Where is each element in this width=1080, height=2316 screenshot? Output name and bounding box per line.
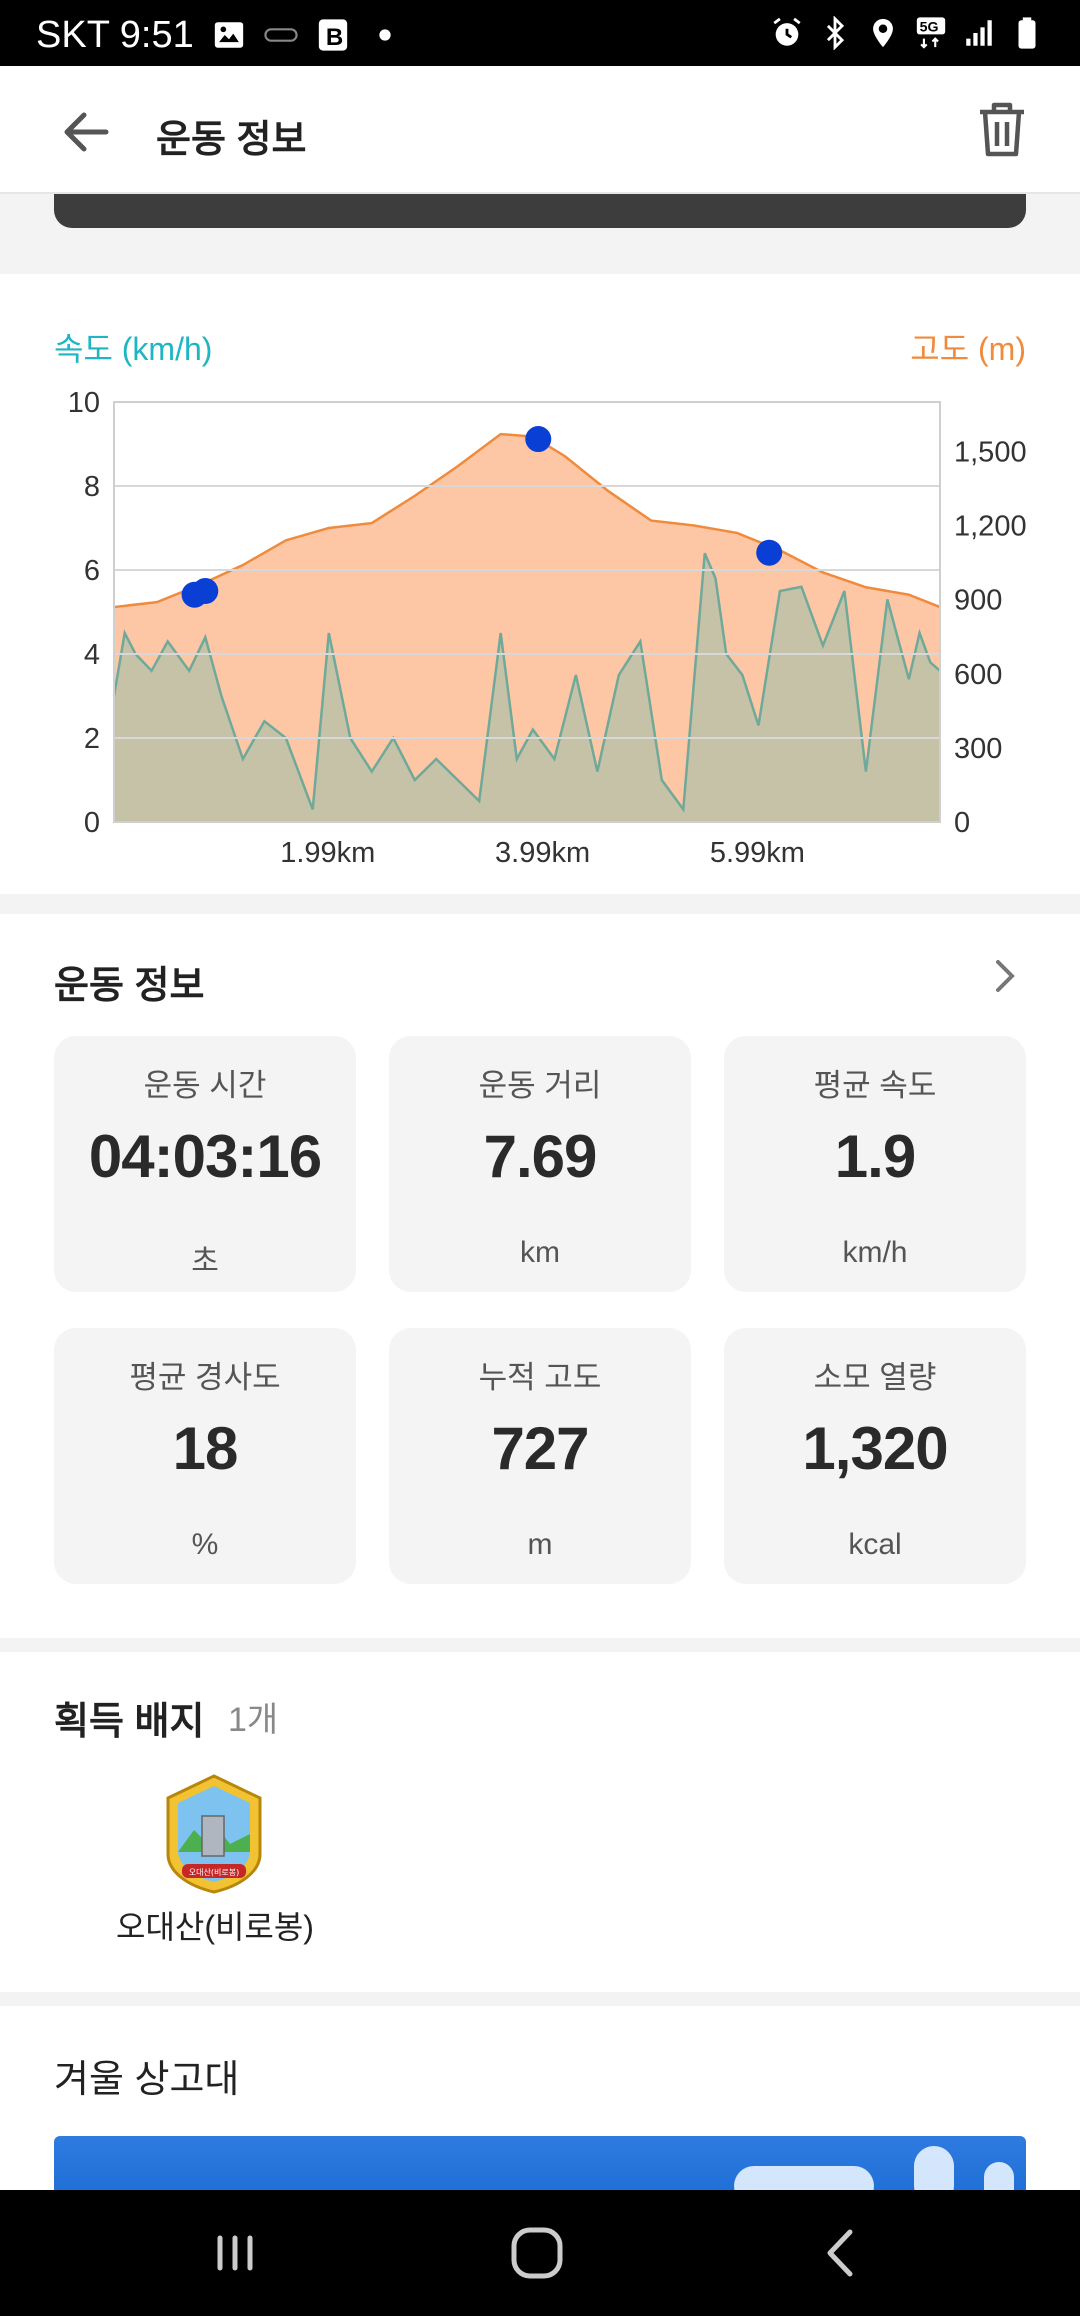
home-icon[interactable]: [502, 2220, 572, 2286]
stats-section-title: 운동 정보: [54, 965, 205, 1007]
page-title: 운동 정보: [156, 119, 307, 161]
distance-tick-label: 5.99km: [710, 837, 805, 869]
altitude-tick-label: 300: [954, 733, 1002, 765]
back-icon[interactable]: [806, 2220, 876, 2286]
speed-tick-label: 8: [84, 471, 100, 503]
stat-unit: kcal: [848, 1528, 902, 1561]
speed-tick-label: 4: [84, 639, 100, 671]
mountain-badge-icon[interactable]: 오대산(비로봉): [162, 1772, 266, 1896]
stat-unit: 초: [191, 1245, 219, 1278]
stat-calories: 소모 열량 1,320 kcal: [724, 1328, 1026, 1584]
stat-unit: km: [520, 1236, 560, 1269]
altitude-tick-label: 0: [954, 807, 970, 839]
stat-value: 1,320: [802, 1415, 948, 1482]
stat-average-slope: 평균 경사도 18 %: [54, 1328, 356, 1584]
stat-workout-time: 운동 시간 04:03:16 초: [54, 1036, 356, 1292]
season-photo[interactable]: [54, 2136, 1026, 2196]
stat-label: 운동 거리: [478, 1068, 602, 1103]
stat-value: 1.9: [834, 1123, 916, 1190]
photo-marker: [756, 539, 783, 566]
workout-stats-card: 운동 정보 운동 시간 04:03:16 초 운동 거리 7.69 km 평균 …: [0, 914, 1080, 1638]
stat-value: 04:03:16: [88, 1123, 322, 1190]
season-title: 겨울 상고대: [54, 2059, 240, 2101]
distance-tick-label: 3.99km: [495, 837, 590, 869]
stat-label: 평균 속도: [813, 1068, 937, 1103]
stat-unit: m: [527, 1528, 553, 1561]
signal-icon: [966, 20, 992, 46]
network-5g-icon: 5G: [916, 17, 946, 49]
badges-section-title: 획득 배지: [54, 1701, 205, 1743]
stat-value: 7.69: [483, 1123, 598, 1190]
arrow-left-icon: [64, 112, 109, 152]
status-carrier-time: SKT 9:51: [36, 14, 194, 56]
alarm-icon: [773, 17, 801, 46]
badge-count: 1개: [228, 1701, 279, 1739]
stat-label: 운동 시간: [143, 1068, 267, 1103]
trash-icon: [980, 102, 1024, 157]
app-notification-icon: [264, 28, 298, 42]
badges-card: 획득 배지 1개 오대산(비로봉) 오대산(비로봉): [0, 1652, 1080, 1992]
battery-icon: [1018, 17, 1036, 49]
chevron-right-icon[interactable]: [988, 956, 1024, 996]
speed-tick-label: 0: [84, 807, 100, 839]
bluetooth-icon: [826, 16, 845, 50]
photo-marker: [525, 426, 552, 453]
elevation-speed-chart-card: 속도 (km/h) 고도 (m) 0 2 4 6 8 10 0 300 600 900 1,200 1…: [0, 274, 1080, 894]
gallery-icon: [214, 22, 244, 48]
app-header: 운동 정보: [0, 66, 1080, 194]
stat-unit: %: [191, 1528, 219, 1561]
recent-apps-icon[interactable]: [200, 2220, 270, 2286]
stat-cumulative-elevation: 누적 고도 727 m: [389, 1328, 691, 1584]
speed-tick-label: 2: [84, 723, 100, 755]
b-app-icon: B: [318, 19, 348, 51]
badge-name: 오대산(비로봉): [116, 1909, 314, 1945]
season-card: 겨울 상고대: [0, 2006, 1080, 2196]
distance-tick-label: 1.99km: [280, 837, 375, 869]
altitude-tick-label: 1,500: [954, 436, 1027, 468]
stat-label: 평균 경사도: [129, 1360, 281, 1395]
location-icon: [873, 18, 893, 48]
stat-workout-distance: 운동 거리 7.69 km: [389, 1036, 691, 1292]
altitude-tick-label: 600: [954, 659, 1002, 691]
back-button[interactable]: [56, 102, 116, 162]
stat-label: 누적 고도: [478, 1360, 602, 1395]
stat-average-speed: 평균 속도 1.9 km/h: [724, 1036, 1026, 1292]
map-info-bar: [54, 194, 1026, 228]
svg-text:5G: 5G: [920, 20, 939, 36]
altitude-tick-label: 1,200: [954, 511, 1027, 543]
stat-value: 18: [172, 1415, 239, 1482]
photo-marker: [192, 578, 219, 604]
stat-label: 소모 열량: [813, 1360, 937, 1395]
speed-tick-label: 6: [84, 555, 100, 587]
elevation-speed-chart[interactable]: 0 2 4 6 8 10 0 300 600 900 1,200 1,500 1.99km 3.99km 5…: [0, 274, 1080, 894]
speed-tick-label: 10: [68, 387, 100, 419]
stat-value: 727: [491, 1415, 589, 1482]
more-dot-icon: [379, 29, 391, 41]
stat-unit: km/h: [842, 1236, 908, 1269]
altitude-tick-label: 900: [954, 585, 1002, 617]
delete-button[interactable]: [974, 100, 1030, 160]
svg-text:오대산(비로봉): 오대산(비로봉): [189, 1867, 239, 1877]
system-nav-bar: [0, 2190, 1080, 2316]
svg-text:B: B: [326, 24, 343, 51]
status-bar: SKT 9:51 B 5G: [0, 0, 1080, 66]
